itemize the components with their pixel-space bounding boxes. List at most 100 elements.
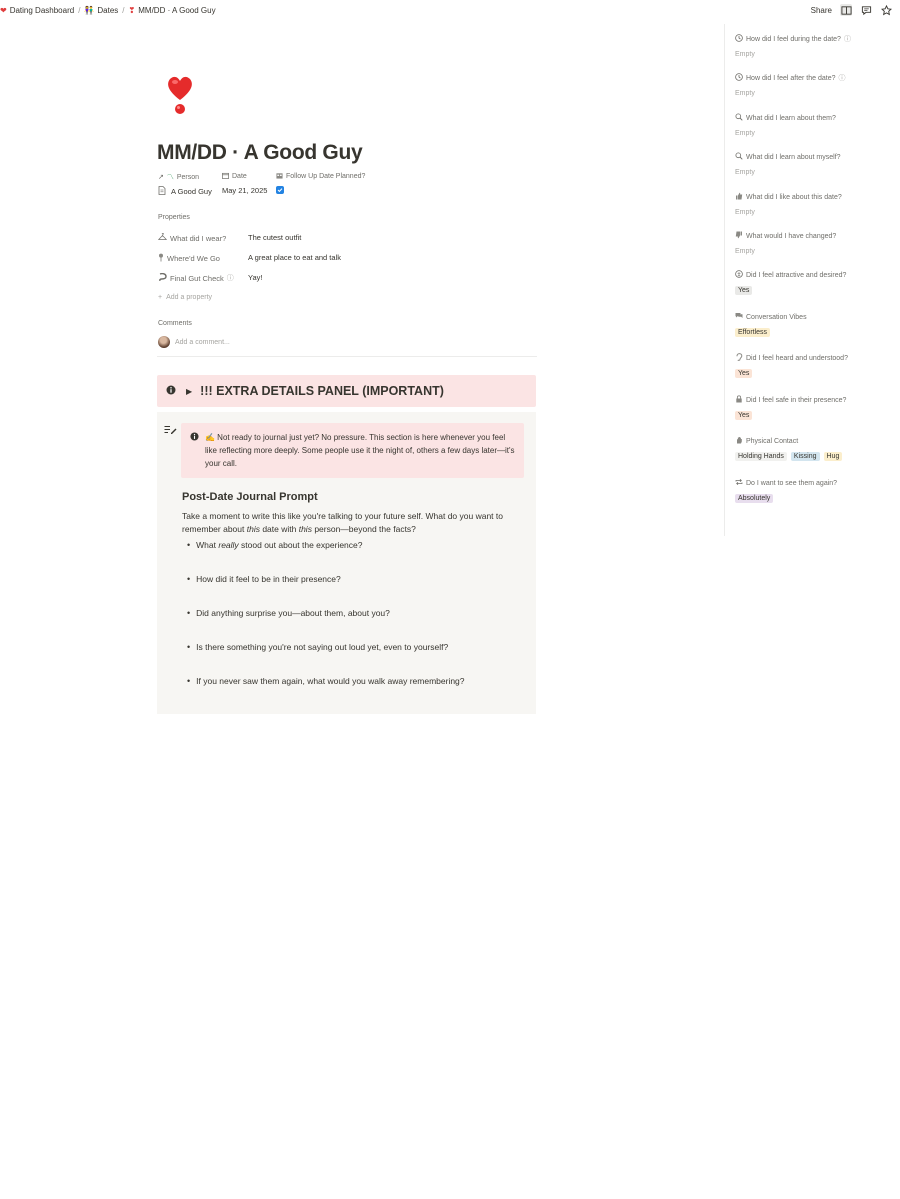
property-row-outfit[interactable]: What did I wear? The cutest outfit: [157, 233, 301, 243]
property-label: Where'd We Go: [167, 254, 220, 263]
sidebar-prop-liked[interactable]: What did I like about this date? Empty: [735, 192, 895, 216]
add-property-button[interactable]: + Add a property: [158, 294, 212, 301]
breadcrumb-current-page[interactable]: ❣ MM/DD · A Good Guy: [129, 6, 216, 15]
sidebar-prop-see-again[interactable]: Do I want to see them again? Absolutely: [735, 478, 895, 503]
top-actions: Share: [811, 4, 892, 16]
journal-block: ✍️ Not ready to journal just yet? No pre…: [157, 412, 536, 714]
extra-details-toggle[interactable]: ▶ !!! EXTRA DETAILS PANEL (IMPORTANT): [157, 375, 536, 407]
list-item: If you never saw them again, what would …: [187, 676, 464, 686]
toggle-triangle-icon[interactable]: ▶: [186, 387, 192, 396]
comment-input[interactable]: Add a comment...: [175, 339, 230, 346]
journal-heading: Post-Date Journal Prompt: [182, 491, 318, 503]
info-icon[interactable]: ⓘ: [839, 73, 846, 83]
empty-value[interactable]: Empty: [735, 248, 895, 255]
page-doc-icon: [158, 186, 166, 197]
thumbs-up-icon: [735, 192, 743, 202]
sidebar-prop-attractive[interactable]: Did I feel attractive and desired? Yes: [735, 270, 895, 295]
breadcrumb-label: Dates: [97, 6, 119, 15]
empty-value[interactable]: Empty: [735, 130, 895, 137]
date-prop-header[interactable]: Date: [222, 172, 247, 181]
breadcrumb-label: MM/DD · A Good Guy: [138, 6, 216, 15]
list-item: What really stood out about the experien…: [187, 540, 362, 550]
sidebar-prop-changed[interactable]: What would I have changed? Empty: [735, 231, 895, 255]
person-label: Person: [176, 173, 200, 181]
couple-icon: 👫: [84, 6, 95, 15]
property-row-location[interactable]: Where'd We Go A great place to eat and t…: [158, 253, 341, 264]
sidebar-prop-heard[interactable]: Did I feel heard and understood? Yes: [735, 353, 895, 378]
person-prop-header[interactable]: ↗ 〽 Person: [158, 172, 199, 182]
follow-up-prop-header[interactable]: Follow Up Date Planned?: [276, 172, 365, 181]
chat-icon: [735, 312, 743, 322]
date-value[interactable]: May 21, 2025: [222, 186, 267, 195]
follow-up-label: Follow Up Date Planned?: [286, 173, 366, 180]
properties-sidebar: How did I feel during the date? ⓘ Empty H…: [724, 24, 900, 536]
divider: [157, 356, 537, 357]
tag-holding-hands[interactable]: Holding Hands: [735, 452, 787, 461]
tag-hug[interactable]: Hug: [823, 452, 843, 461]
add-property-label: Add a property: [166, 294, 213, 301]
heart-icon: ❤: [0, 6, 7, 15]
follow-up-checkbox[interactable]: [276, 186, 284, 194]
sidebar-prop-safe[interactable]: Did I feel safe in their presence? Yes: [735, 395, 895, 420]
favorite-star-icon[interactable]: [880, 4, 892, 16]
tag-effortless[interactable]: Effortless: [735, 328, 771, 337]
sidebar-prop-feel-after[interactable]: How did I feel after the date? ⓘ Empty: [735, 73, 895, 97]
tag-yes[interactable]: Yes: [735, 411, 753, 420]
info-icon: [190, 432, 199, 445]
pin-icon: [158, 253, 164, 264]
tag-kissing[interactable]: Kissing: [790, 452, 820, 461]
top-bar: ❤ Dating Dashboard / 👫 Dates / ❣ MM/DD ·…: [0, 0, 900, 24]
comments-icon[interactable]: [860, 4, 872, 16]
breadcrumb-dating-dashboard[interactable]: ❤ Dating Dashboard: [0, 6, 74, 15]
follow-up-value[interactable]: [276, 186, 284, 194]
list-item: Did anything surprise you—about them, ab…: [187, 608, 390, 618]
list-item: How did it feel to be in their presence?: [187, 574, 341, 584]
breadcrumb-separator: /: [122, 6, 125, 15]
property-value[interactable]: A great place to eat and talk: [248, 253, 341, 264]
avatar: [158, 336, 170, 348]
lock-icon: [735, 395, 743, 405]
tag-yes[interactable]: Yes: [735, 369, 753, 378]
journal-edit-icon: [164, 422, 177, 440]
empty-value[interactable]: Empty: [735, 90, 895, 97]
sidebar-prop-physical-contact[interactable]: Physical Contact Holding Hands Kissing H…: [735, 436, 895, 461]
search-icon: [735, 152, 743, 162]
sidebar-prop-learn-them[interactable]: What did I learn about them? Empty: [735, 113, 895, 137]
hanger-icon: [157, 233, 168, 243]
person-link[interactable]: A Good Guy: [171, 187, 212, 196]
clock-icon: [735, 34, 743, 44]
empty-value[interactable]: Empty: [735, 209, 895, 216]
property-label: What did I wear?: [170, 233, 227, 243]
heart-exclamation-icon[interactable]: [166, 74, 194, 116]
breadcrumb-dates[interactable]: 👫 Dates: [84, 6, 118, 15]
empty-value[interactable]: Empty: [735, 51, 895, 58]
search-icon: [735, 113, 743, 123]
person-value[interactable]: A Good Guy: [158, 186, 212, 197]
date-label: Date: [232, 173, 247, 180]
page-title[interactable]: MM/DD · A Good Guy: [157, 141, 363, 165]
sparkle-icon: [735, 270, 743, 280]
property-value[interactable]: The cutest outfit: [248, 233, 301, 243]
sidebar-prop-learn-myself[interactable]: What did I learn about myself? Empty: [735, 152, 895, 176]
journal-note-text: ✍️ Not ready to journal just yet? No pre…: [205, 433, 515, 468]
property-value[interactable]: Yay!: [248, 273, 262, 283]
property-row-gut-check[interactable]: Final Gut Check ⓘ Yay!: [158, 272, 262, 283]
properties-section-label: Properties: [158, 214, 190, 221]
info-icon[interactable]: ⓘ: [844, 34, 851, 44]
empty-value[interactable]: Empty: [735, 169, 895, 176]
breadcrumb-separator: /: [78, 6, 81, 15]
share-button[interactable]: Share: [811, 6, 832, 15]
heart-exclamation-icon: ❣: [128, 6, 136, 15]
relation-arrow-icon: ↗: [158, 174, 164, 181]
breadcrumb: ❤ Dating Dashboard / 👫 Dates / ❣ MM/DD ·…: [0, 6, 216, 15]
comment-input-row[interactable]: Add a comment...: [158, 336, 230, 348]
info-icon[interactable]: ⓘ: [227, 273, 234, 283]
sidebar-toggle-icon[interactable]: [840, 4, 852, 16]
hand-icon: [735, 436, 743, 446]
tag-absolutely[interactable]: Absolutely: [735, 494, 774, 503]
tag-yes[interactable]: Yes: [735, 286, 753, 295]
sidebar-prop-conversation[interactable]: Conversation Vibes Effortless: [735, 312, 895, 337]
breadcrumb-label: Dating Dashboard: [9, 6, 75, 15]
gut-icon: [158, 272, 167, 283]
sidebar-prop-feel-during[interactable]: How did I feel during the date? ⓘ Empty: [735, 34, 895, 58]
